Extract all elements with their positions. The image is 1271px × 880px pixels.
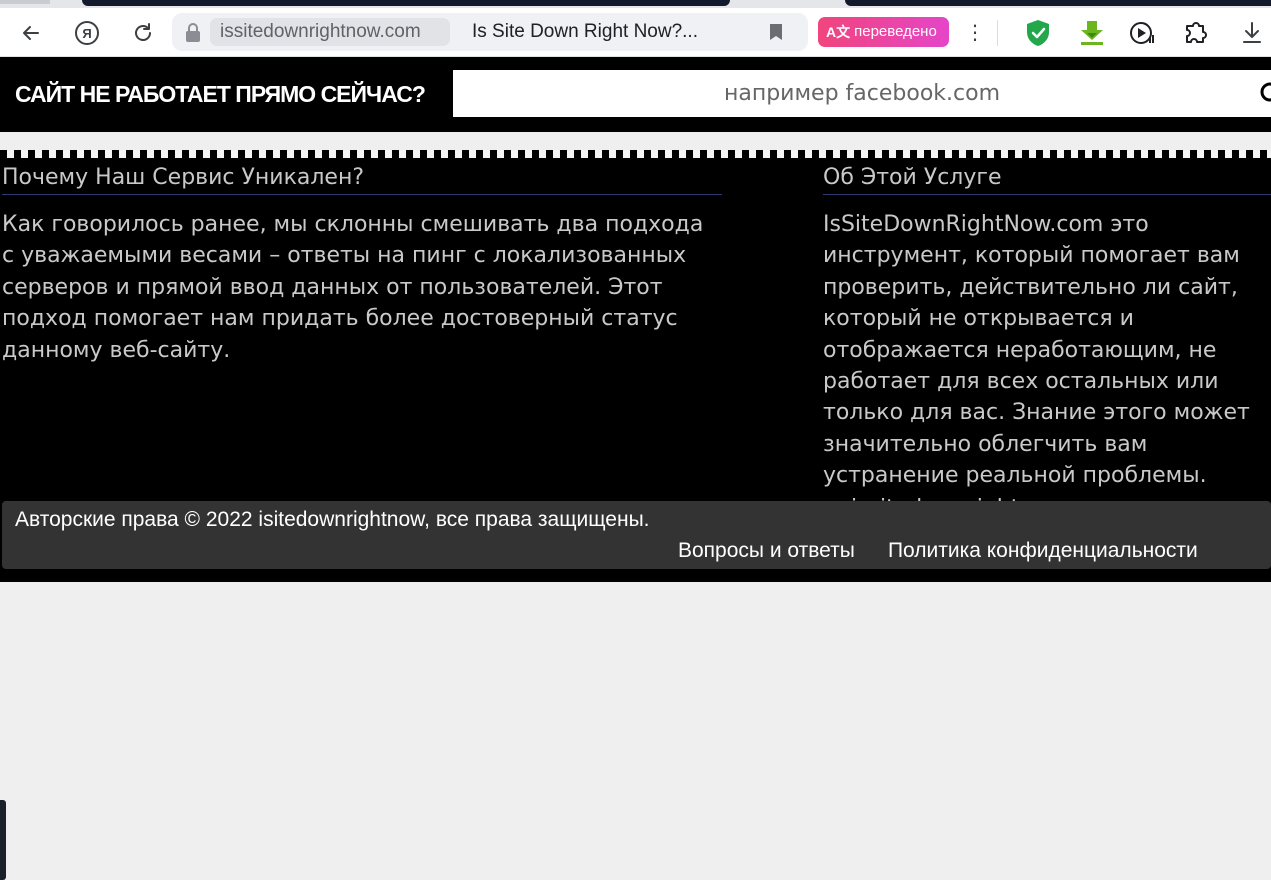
skype-contact[interactable]: S issitedownrightnow <box>823 494 1271 501</box>
translated-badge-label: переведено <box>854 23 937 40</box>
unique-service-section: Почему Наш Сервис Уникален? Как говорило… <box>2 158 722 366</box>
search-icon[interactable] <box>1258 82 1271 104</box>
download-icon[interactable] <box>1237 18 1267 48</box>
dashed-divider <box>0 150 1271 158</box>
reload-icon[interactable] <box>126 16 160 50</box>
footer-wrapper: Авторские права © 2022 isitedownrightnow… <box>0 501 1271 582</box>
section-text: IsSiteDownRightNow.com это инструмент, к… <box>823 212 1250 489</box>
browser-toolbar: Я issitedownrightnow.com Is Site Down Ri… <box>0 8 1271 57</box>
more-menu-icon[interactable]: ⋮ <box>962 18 988 48</box>
browser-tab-strip <box>0 0 1271 8</box>
footer-links: Вопросы и ответы Политика конфиденциальн… <box>678 537 1226 565</box>
site-header: САЙТ НЕ РАБОТАЕТ ПРЯМО СЕЙЧАС? <box>0 57 1271 132</box>
window-edge <box>0 800 6 880</box>
translate-icon: A文 <box>826 24 851 40</box>
privacy-policy-link[interactable]: Политика конфиденциальности <box>888 539 1198 562</box>
toolbar-separator <box>997 20 998 46</box>
translated-badge-button[interactable]: A文 переведено <box>818 17 949 47</box>
site-brand[interactable]: САЙТ НЕ РАБОТАЕТ ПРЯМО СЕЙЧАС? <box>15 81 426 108</box>
inactive-tab-edge[interactable] <box>845 0 1271 6</box>
search-input[interactable] <box>453 70 1271 117</box>
section-heading: Об Этой Услуге <box>823 158 1271 195</box>
lock-icon[interactable] <box>184 22 202 44</box>
copyright-text: Авторские права © 2022 isitedownrightnow… <box>15 508 650 531</box>
skype-name[interactable]: issitedownrightnow <box>851 494 1065 501</box>
download-manager-icon[interactable] <box>1077 18 1107 48</box>
tab-strip-segment <box>0 0 50 4</box>
section-heading: Почему Наш Сервис Уникален? <box>2 158 722 195</box>
back-arrow-icon[interactable] <box>14 16 48 50</box>
header-gap <box>0 132 1271 152</box>
svg-text:Я: Я <box>82 26 91 41</box>
adguard-shield-icon[interactable] <box>1023 18 1053 48</box>
faq-link[interactable]: Вопросы и ответы <box>678 539 855 562</box>
yandex-logo-icon[interactable]: Я <box>70 16 104 50</box>
main-content: Почему Наш Сервис Уникален? Как говорило… <box>0 158 1271 501</box>
active-tab-edge[interactable] <box>82 0 730 6</box>
media-play-icon[interactable] <box>1127 18 1157 48</box>
page-title: Is Site Down Right Now?... <box>472 21 698 42</box>
about-service-section: Об Этой Услуге IsSiteDownRightNow.com эт… <box>823 158 1271 501</box>
puzzle-extensions-icon[interactable] <box>1181 18 1211 48</box>
section-text: Как говорилось ранее, мы склонны смешива… <box>2 212 704 363</box>
footer: Авторские права © 2022 isitedownrightnow… <box>2 501 1271 569</box>
bookmark-icon[interactable] <box>769 23 783 41</box>
address-domain[interactable]: issitedownrightnow.com <box>210 18 450 46</box>
